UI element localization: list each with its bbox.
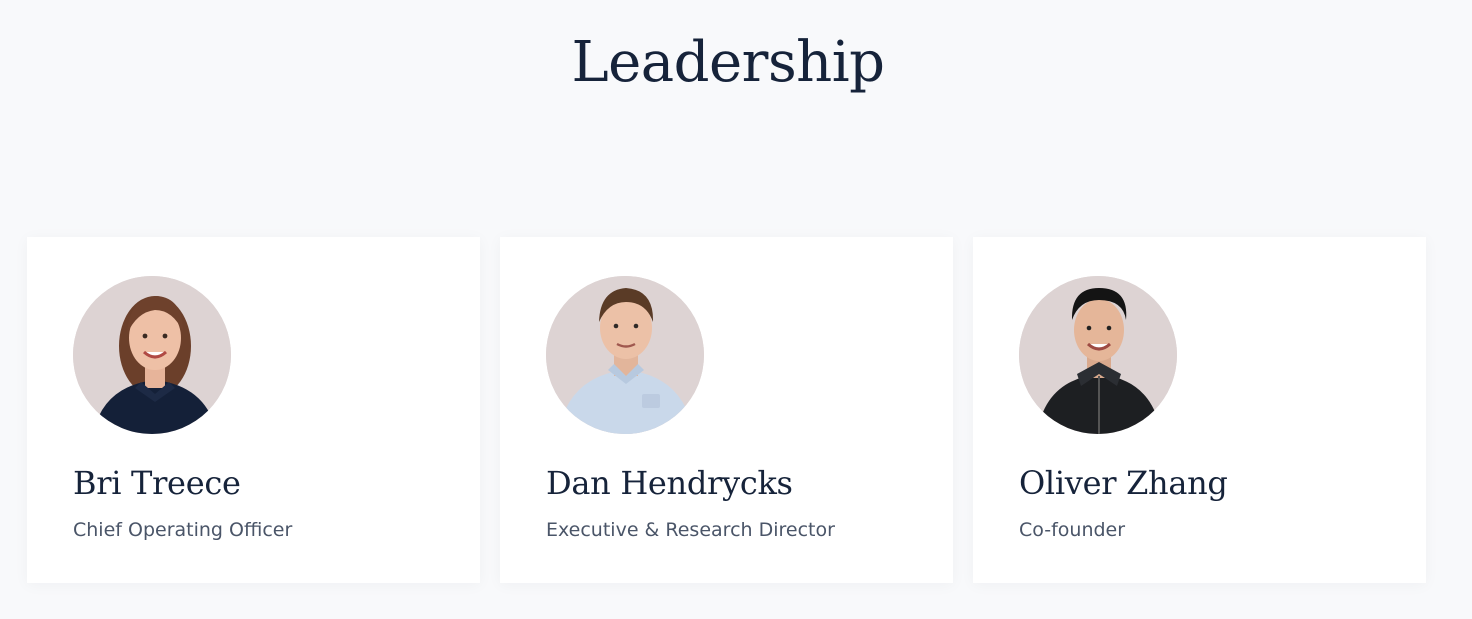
person-card-dan-hendrycks: Dan Hendrycks Executive & Research Direc…: [500, 237, 953, 583]
portrait-photo: [73, 276, 231, 434]
portrait-photo: [546, 276, 704, 434]
person-name: Bri Treece: [73, 464, 241, 502]
person-role: Executive & Research Director: [546, 519, 835, 541]
person-role: Co-founder: [1019, 519, 1126, 541]
avatar: [1019, 276, 1177, 434]
person-name: Dan Hendrycks: [546, 464, 793, 502]
person-card-bri-treece: Bri Treece Chief Operating Officer: [27, 237, 480, 583]
person-name: Oliver Zhang: [1019, 464, 1228, 502]
leadership-cards: Bri Treece Chief Operating Officer Dan H…: [27, 237, 1426, 583]
avatar: [546, 276, 704, 434]
person-card-oliver-zhang: Oliver Zhang Co-founder: [973, 237, 1426, 583]
portrait-photo: [1019, 276, 1177, 434]
avatar: [73, 276, 231, 434]
person-role: Chief Operating Officer: [73, 519, 293, 541]
section-title: Leadership: [571, 30, 885, 95]
